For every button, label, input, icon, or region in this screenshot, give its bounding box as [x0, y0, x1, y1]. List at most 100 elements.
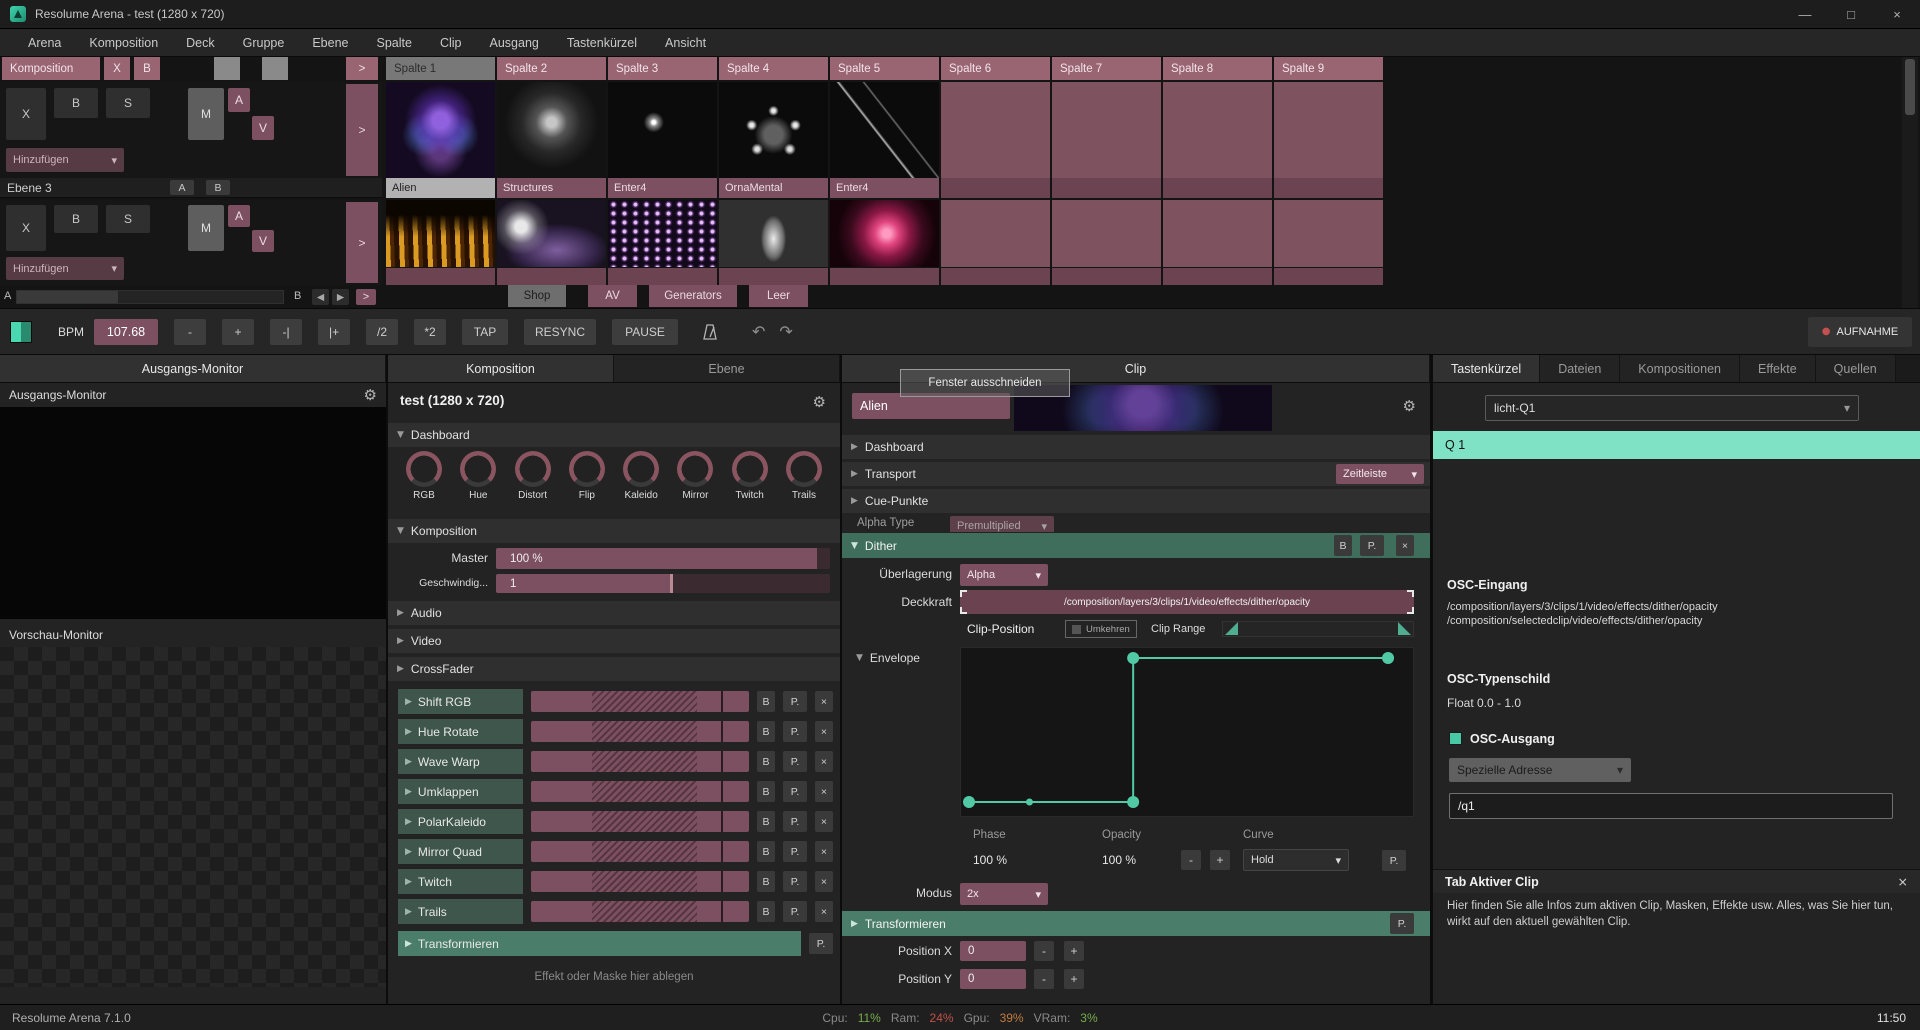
effect-params-button[interactable]: P.: [783, 871, 807, 892]
effect-remove-button[interactable]: ×: [815, 751, 833, 772]
layer-trigger-arrow[interactable]: >: [346, 202, 378, 283]
dial-twitch[interactable]: [732, 451, 768, 487]
clip-name-alien[interactable]: Alien: [386, 178, 495, 198]
empty-clip-cell[interactable]: [1274, 82, 1383, 178]
range-in-handle[interactable]: [1225, 622, 1238, 635]
menu-komposition[interactable]: Komposition: [75, 29, 172, 56]
column-header-2[interactable]: Spalte 2: [497, 57, 606, 80]
resync-button[interactable]: RESYNC: [524, 319, 596, 345]
menu-ansicht[interactable]: Ansicht: [651, 29, 720, 56]
dial-mirror[interactable]: [677, 451, 713, 487]
envelope-opacity-value[interactable]: 100 %: [1102, 853, 1136, 867]
transform-params-button[interactable]: P.: [809, 933, 833, 954]
section-clip-transport[interactable]: ▶ Transport Zeitleiste▾: [842, 462, 1430, 486]
bpm-nudge-up-button[interactable]: |+: [318, 319, 350, 345]
menu-ausgang[interactable]: Ausgang: [476, 29, 553, 56]
effect-bypass-button[interactable]: B: [757, 901, 775, 922]
section-clip-transform[interactable]: ▶ Transformieren P.: [842, 911, 1430, 936]
tab-komposition[interactable]: Komposition: [388, 355, 614, 382]
position-x-slider[interactable]: 0: [960, 941, 1026, 961]
layer-name-bar[interactable]: Ebene 3 A B: [0, 178, 382, 198]
undo-icon[interactable]: ↶: [752, 322, 765, 341]
range-out-handle[interactable]: [1398, 622, 1411, 635]
dial-hue[interactable]: [460, 451, 496, 487]
bpm-value-field[interactable]: 107.68: [94, 319, 158, 345]
menu-arena[interactable]: Arena: [14, 29, 75, 56]
clip-name-empty[interactable]: [941, 178, 1050, 198]
section-audio[interactable]: ▶ Audio: [388, 601, 840, 625]
layer-video-button[interactable]: V: [252, 230, 274, 252]
effect-opacity-slider[interactable]: [531, 721, 749, 742]
clip-thumbnail[interactable]: [608, 82, 717, 178]
shortcut-item-q1[interactable]: Q 1: [1433, 431, 1920, 459]
crossfader-slider[interactable]: [16, 290, 284, 304]
clip-name-empty[interactable]: [830, 268, 939, 285]
empty-clip-cell[interactable]: [1163, 82, 1272, 178]
empty-clip-cell[interactable]: [1163, 200, 1272, 267]
solo-column-cell[interactable]: [262, 57, 288, 80]
clip-thumbnail[interactable]: [386, 200, 495, 267]
layer-solo-button[interactable]: S: [106, 88, 150, 118]
position-y-minus[interactable]: -: [1034, 969, 1054, 989]
effect-shift-rgb[interactable]: ▶Shift RGB: [398, 689, 523, 714]
menu-spalte[interactable]: Spalte: [363, 29, 426, 56]
blend-mode-dropdown[interactable]: Alpha▾: [960, 564, 1048, 586]
effect-remove-button[interactable]: ×: [815, 901, 833, 922]
tab-quellen[interactable]: Quellen: [1816, 355, 1896, 382]
layer-bypass-button[interactable]: B: [54, 88, 98, 118]
effect-opacity-slider[interactable]: [531, 781, 749, 802]
dial-kaleido[interactable]: [623, 451, 659, 487]
clip-name-empty[interactable]: [1274, 268, 1383, 285]
clip-thumbnail[interactable]: [497, 200, 606, 267]
effect-remove-button[interactable]: ×: [815, 721, 833, 742]
envelope-params-button[interactable]: P.: [1382, 850, 1406, 871]
effect-trails[interactable]: ▶Trails: [398, 899, 523, 924]
layer-add-dropdown[interactable]: Hinzufügen▾: [6, 257, 124, 280]
effect-bypass-button[interactable]: B: [757, 781, 775, 802]
clip-name-empty[interactable]: [497, 268, 606, 285]
effect-params-button[interactable]: P.: [783, 811, 807, 832]
tab-output-monitor[interactable]: Ausgangs-Monitor: [0, 355, 386, 382]
tab-dateien[interactable]: Dateien: [1540, 355, 1620, 382]
tab-effekte[interactable]: Effekte: [1740, 355, 1816, 382]
preset-dropdown[interactable]: licht-Q1▾: [1485, 395, 1859, 421]
column-header-6[interactable]: Spalte 6: [941, 57, 1050, 80]
envelope-graph[interactable]: [960, 647, 1414, 817]
effect-opacity-slider[interactable]: [531, 811, 749, 832]
next-deck-icon[interactable]: ▶: [332, 289, 349, 305]
layer-clear-button[interactable]: X: [6, 88, 46, 140]
clip-thumbnail[interactable]: [608, 200, 717, 267]
redo-icon[interactable]: ↷: [779, 322, 792, 341]
layer-audio-button[interactable]: A: [228, 88, 250, 112]
section-clip-dashboard[interactable]: ▶ Dashboard: [842, 435, 1430, 459]
dial-distort[interactable]: [515, 451, 551, 487]
envelope-plus-button[interactable]: +: [1210, 850, 1230, 870]
tab-ebene[interactable]: Ebene: [614, 355, 840, 382]
layer-video-button[interactable]: V: [252, 116, 274, 140]
master-slider[interactable]: 100 %: [496, 548, 830, 569]
deck-tab-leer[interactable]: Leer: [749, 285, 808, 307]
deck-tab-generators[interactable]: Generators: [649, 285, 737, 307]
clip-name-enter4[interactable]: Enter4: [608, 178, 717, 198]
effect-wave-warp[interactable]: ▶Wave Warp: [398, 749, 523, 774]
osc-output-checkbox[interactable]: [1449, 732, 1462, 745]
effect-remove-button[interactable]: ×: [815, 811, 833, 832]
deck-tab-av[interactable]: AV: [588, 285, 637, 307]
deck-trigger-arrow[interactable]: >: [356, 289, 376, 305]
column-header-1[interactable]: Spalte 1: [386, 57, 495, 80]
layer-clear-button[interactable]: X: [6, 205, 46, 251]
section-crossfader[interactable]: ▶ CrossFader: [388, 657, 840, 681]
layer-master-button[interactable]: M: [188, 205, 224, 251]
empty-clip-cell[interactable]: [1052, 200, 1161, 267]
effect-params-button[interactable]: P.: [783, 781, 807, 802]
clip-name-empty[interactable]: [1163, 178, 1272, 198]
clip-name-structures[interactable]: Structures: [497, 178, 606, 198]
layer-audio-button[interactable]: A: [228, 205, 250, 227]
section-dither[interactable]: ▼ Dither B P. ×: [842, 533, 1430, 558]
column-header-5[interactable]: Spalte 5: [830, 57, 939, 80]
envelope-minus-button[interactable]: -: [1181, 850, 1201, 870]
dial-trails[interactable]: [786, 451, 822, 487]
composition-bypass-button[interactable]: B: [134, 57, 160, 80]
clip-name-empty[interactable]: [719, 268, 828, 285]
layer-crossfade-b-button[interactable]: B: [206, 180, 230, 195]
